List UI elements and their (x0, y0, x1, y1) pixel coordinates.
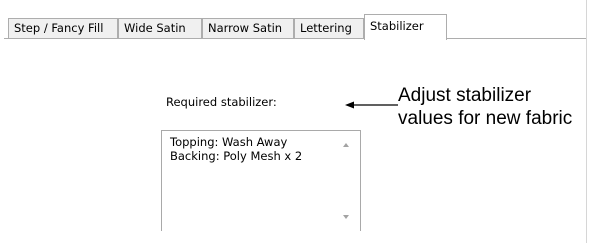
tab-strip: Step / Fancy Fill Wide Satin Narrow Sati… (4, 0, 586, 40)
tab-wide-satin[interactable]: Wide Satin (118, 18, 202, 38)
tab-lettering[interactable]: Lettering (294, 18, 364, 38)
callout-line-1: Adjust stabilizer (398, 85, 532, 106)
tab-step-fancy-fill[interactable]: Step / Fancy Fill (8, 18, 118, 38)
stabilizer-memo-field[interactable]: Topping: Wash Away Backing: Poly Mesh x … (161, 130, 361, 231)
callout-annotation: Adjust stabilizer values for new fabric (398, 84, 577, 130)
left-arrow-icon (345, 101, 401, 109)
required-stabilizer-label: Required stabilizer: (166, 95, 277, 109)
callout-line-2: values for new fabric (398, 108, 573, 129)
stabilizer-memo-text: Topping: Wash Away Backing: Poly Mesh x … (170, 135, 303, 163)
tab-narrow-satin[interactable]: Narrow Satin (202, 18, 294, 38)
stabilizer-tab-content: Required stabilizer: Topping: Wash Away … (4, 39, 586, 243)
scroll-down-arrow-icon[interactable] (343, 215, 349, 219)
scroll-up-arrow-icon[interactable] (343, 143, 349, 147)
tab-stabilizer[interactable]: Stabilizer (364, 14, 447, 40)
